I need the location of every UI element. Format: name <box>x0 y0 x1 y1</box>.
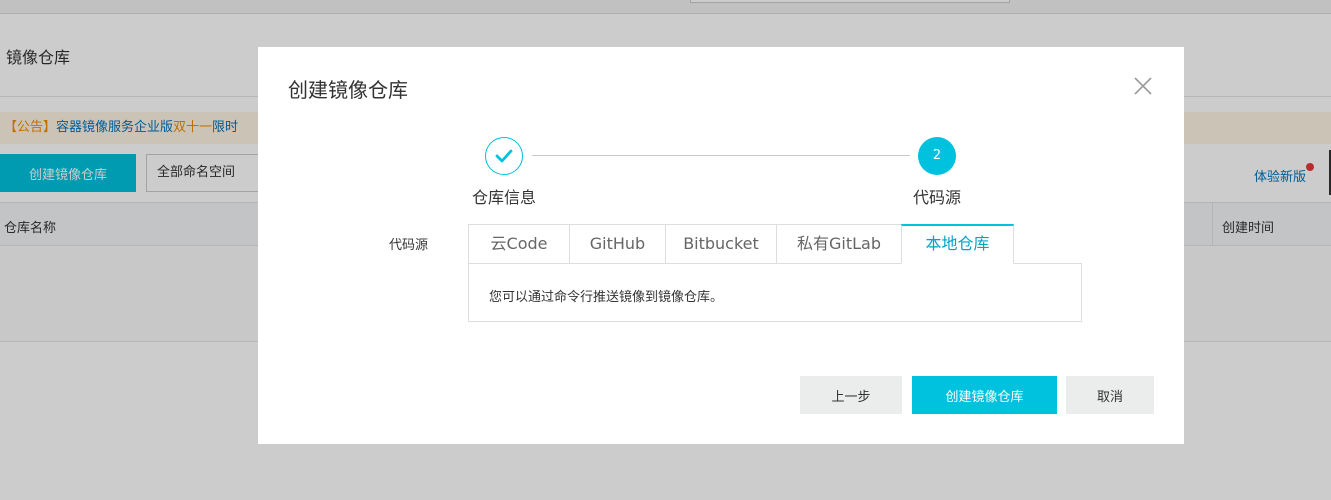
check-icon <box>495 149 513 163</box>
tab-panel: 您可以通过命令行推送镜像到镜像仓库。 <box>468 263 1082 322</box>
step-1-indicator <box>485 137 523 175</box>
create-repo-dialog: 创建镜像仓库 2 仓库信息 代码源 代码源 云Code GitHub Bitbu… <box>258 47 1184 444</box>
tab-local-repo[interactable]: 本地仓库 <box>901 224 1014 264</box>
tab-yuncode[interactable]: 云Code <box>468 224 569 264</box>
tab-github[interactable]: GitHub <box>569 224 665 264</box>
close-icon[interactable] <box>1132 75 1154 97</box>
step-2-indicator: 2 <box>918 137 956 175</box>
prev-step-button[interactable]: 上一步 <box>800 376 902 414</box>
step-1-label: 仓库信息 <box>472 188 537 207</box>
create-repo-button[interactable]: 创建镜像仓库 <box>912 376 1057 414</box>
cancel-button[interactable]: 取消 <box>1066 376 1154 414</box>
step-2-label: 代码源 <box>913 188 962 207</box>
tab-bitbucket[interactable]: Bitbucket <box>665 224 776 264</box>
step-connector <box>532 155 910 156</box>
dialog-title: 创建镜像仓库 <box>288 78 408 102</box>
source-tabs: 云Code GitHub Bitbucket 私有GitLab 本地仓库 <box>468 224 1014 264</box>
source-field-label: 代码源 <box>389 238 429 253</box>
local-repo-hint: 您可以通过命令行推送镜像到镜像仓库。 <box>489 290 724 305</box>
tab-private-gitlab[interactable]: 私有GitLab <box>776 224 901 264</box>
